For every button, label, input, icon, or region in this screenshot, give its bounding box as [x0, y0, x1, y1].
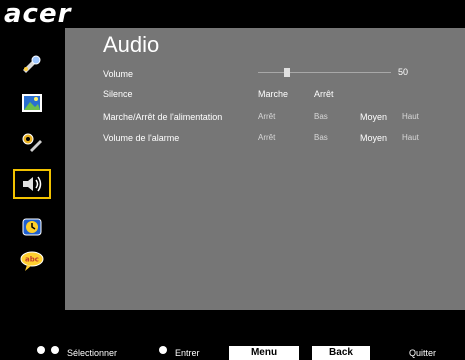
audio-settings-panel: Audio Volume 50 Silence Marche Arrêt Mar…: [65, 28, 465, 310]
alarm-volume-option-high[interactable]: Haut: [402, 132, 419, 144]
sidebar-item-timer[interactable]: [13, 212, 51, 242]
sidebar-item-settings[interactable]: [13, 128, 51, 158]
svg-text:abc: abc: [25, 256, 39, 264]
alarm-volume-label: Volume de l'alarme: [103, 133, 180, 143]
volume-slider-track[interactable]: [258, 72, 391, 73]
sidebar-item-language[interactable]: abc: [13, 246, 51, 276]
sidebar-item-audio[interactable]: [13, 169, 51, 199]
sidebar-item-picture[interactable]: [13, 88, 51, 118]
menu-button[interactable]: Menu: [229, 346, 299, 360]
volume-label: Volume: [103, 69, 134, 79]
page-title: Audio: [103, 32, 160, 57]
select-hint: Sélectionner: [67, 348, 118, 358]
enter-arrow-icon: [159, 346, 167, 354]
alarm-volume-option-low[interactable]: Bas: [314, 132, 328, 144]
picture-icon: [22, 94, 42, 112]
timer-icon: [22, 218, 42, 236]
volume-value: 50: [398, 67, 409, 77]
power-sound-option-off[interactable]: Arrêt: [258, 111, 275, 123]
power-sound-option-low[interactable]: Bas: [314, 111, 328, 123]
quit-hint[interactable]: Quitter: [409, 347, 436, 359]
power-sound-option-high[interactable]: Haut: [402, 111, 419, 123]
power-sound-label: Marche/Arrêt de l'alimentation: [103, 112, 223, 122]
down-arrow-icon: [51, 346, 59, 354]
power-sound-option-medium[interactable]: Moyen: [360, 111, 387, 123]
back-button[interactable]: Back: [312, 346, 370, 360]
up-arrow-icon: [37, 346, 45, 354]
silence-option-on[interactable]: Marche: [258, 88, 288, 100]
top-bar: acer: [0, 0, 465, 28]
acer-logo: acer: [4, 0, 72, 29]
sidebar-item-display[interactable]: [13, 50, 51, 80]
volume-slider-thumb[interactable]: [284, 68, 290, 77]
audio-speaker-icon: [23, 176, 42, 192]
alarm-volume-option-medium[interactable]: Moyen: [360, 132, 387, 144]
language-icon: abc: [20, 251, 44, 271]
enter-hint: Entrer: [175, 348, 200, 358]
silence-label: Silence: [103, 89, 133, 99]
osd-sidebar: abc: [0, 28, 65, 310]
alarm-volume-option-off[interactable]: Arrêt: [258, 132, 275, 144]
silence-option-off[interactable]: Arrêt: [314, 88, 334, 100]
settings-icon: [22, 133, 42, 152]
display-icon: [23, 55, 41, 73]
